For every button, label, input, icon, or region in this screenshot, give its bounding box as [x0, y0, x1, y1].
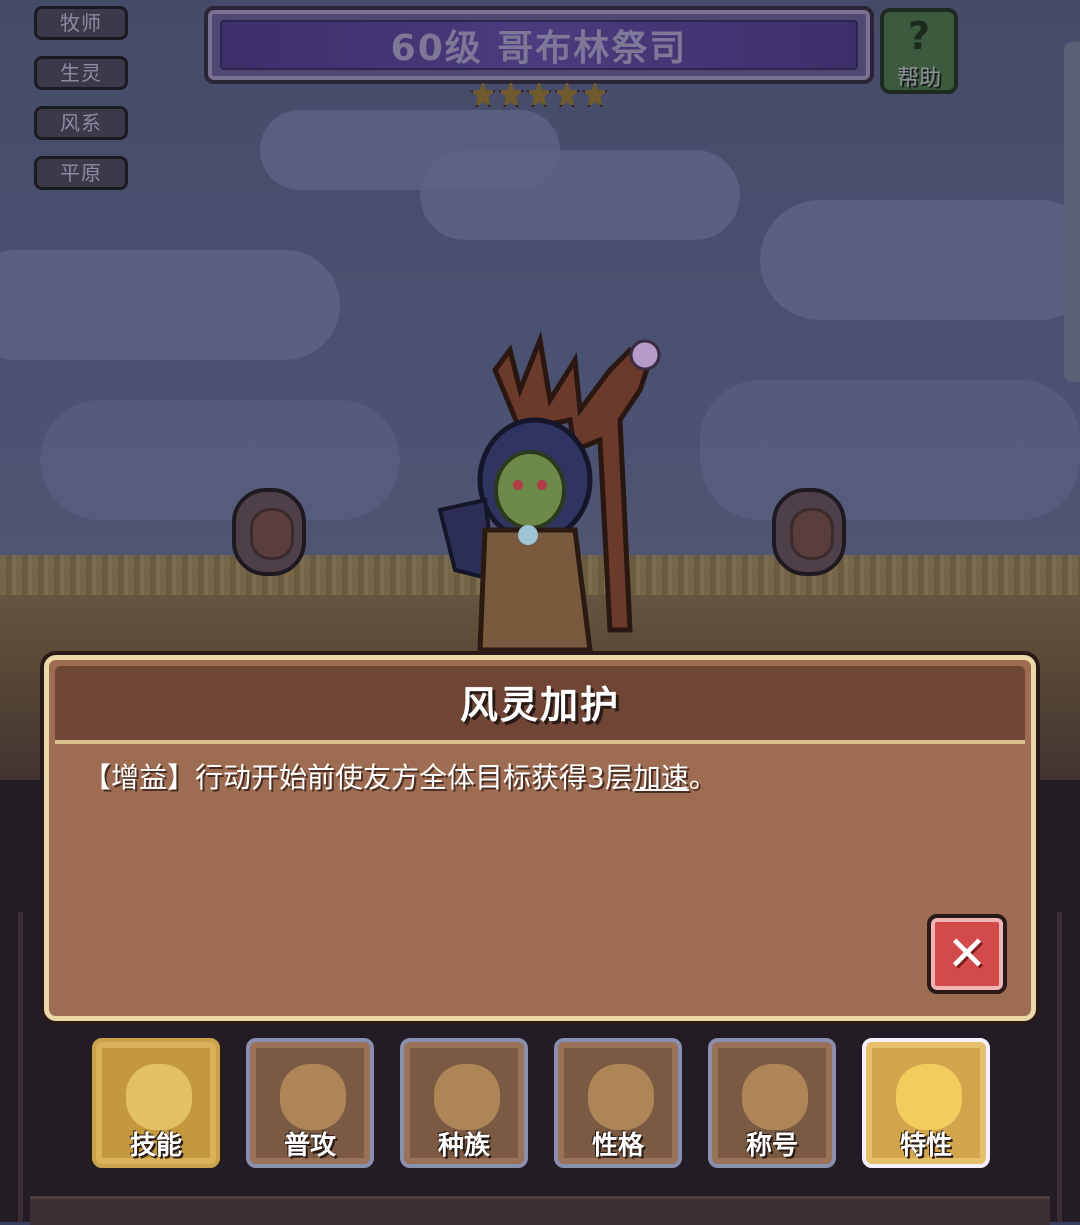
star-icon — [582, 80, 608, 108]
cloud — [700, 380, 1080, 520]
terrain-tag: 平原 — [34, 156, 128, 190]
bottom-strip — [30, 1196, 1050, 1225]
help-label: 帮助 — [896, 66, 941, 91]
question-mark-icon: ? — [907, 14, 931, 58]
personality-icon — [588, 1064, 654, 1130]
trait-icon — [896, 1064, 962, 1130]
character-title-bar: 60级 哥布林祭司 — [204, 6, 874, 84]
tab-normal-attack[interactable]: 普攻 — [246, 1038, 374, 1168]
cloud — [760, 200, 1080, 320]
race-icon — [434, 1064, 500, 1130]
tab-title[interactable]: 称号 — [708, 1038, 836, 1168]
title-icon — [742, 1064, 808, 1130]
star-icon — [470, 80, 496, 108]
dialog-title: 风灵加护 — [459, 683, 620, 727]
description-end: 。 — [688, 761, 717, 794]
close-icon: ✕ — [946, 926, 988, 982]
rune-slot-right[interactable] — [772, 488, 846, 576]
cloud — [0, 250, 340, 360]
help-button[interactable]: ? 帮助 — [880, 8, 958, 94]
cloud — [420, 150, 740, 240]
class-tag: 牧师 — [34, 6, 128, 40]
dialog-header: 风灵加护 — [55, 666, 1025, 744]
tab-race[interactable]: 种族 — [400, 1038, 528, 1168]
keyword-link[interactable]: 加速 — [633, 761, 689, 794]
title-banner: 60级 哥布林祭司 — [220, 20, 858, 70]
tab-label: 性格 — [591, 1131, 644, 1161]
tab-skill[interactable]: 技能 — [92, 1038, 220, 1168]
element-tag: 风系 — [34, 106, 128, 140]
star-icon — [498, 80, 524, 108]
dialog-description: 【增益】行动开始前使友方全体目标获得3层加速。 — [83, 756, 997, 800]
rune-slot-left[interactable] — [232, 488, 306, 576]
tab-label: 特性 — [899, 1131, 952, 1161]
tab-label: 称号 — [745, 1131, 798, 1161]
close-button[interactable]: ✕ — [927, 914, 1007, 994]
star-rating — [470, 80, 610, 112]
star-icon — [554, 80, 580, 108]
trait-dialog: 风灵加护 【增益】行动开始前使友方全体目标获得3层加速。 ✕ — [44, 655, 1036, 1021]
tab-label: 技能 — [129, 1131, 182, 1161]
star-icon — [526, 80, 552, 108]
goblin-priest-sprite — [437, 330, 661, 653]
detail-tabs: 技能 普攻 种族 性格 称号 特性 — [92, 1038, 992, 1172]
tab-trait[interactable]: 特性 — [862, 1038, 990, 1168]
heart-icon — [126, 1064, 192, 1130]
tab-label: 普攻 — [283, 1131, 336, 1161]
cloud — [40, 400, 400, 520]
character-name-level: 60级 哥布林祭司 — [390, 28, 688, 69]
tab-personality[interactable]: 性格 — [554, 1038, 682, 1168]
type-tag: 生灵 — [34, 56, 128, 90]
description-text: 【增益】行动开始前使友方全体目标获得3层 — [83, 761, 633, 794]
scrollbar[interactable] — [1064, 42, 1080, 382]
heart-icon — [280, 1064, 346, 1130]
tab-label: 种族 — [437, 1131, 490, 1161]
